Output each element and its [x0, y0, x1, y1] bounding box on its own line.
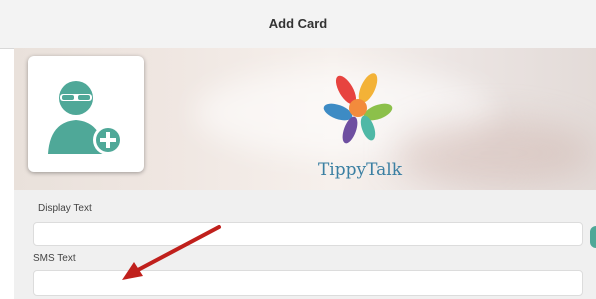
display-text-field[interactable]	[33, 222, 583, 246]
add-user-icon	[48, 81, 123, 155]
hands-logo-icon	[323, 73, 393, 144]
sms-text-field[interactable]	[33, 270, 583, 296]
navigation-bar: Add Card	[0, 0, 596, 49]
add-image-button[interactable]	[28, 56, 144, 172]
tippytalk-logo: TippyTalk	[290, 68, 430, 180]
logo-text: TippyTalk	[317, 160, 403, 180]
side-handle[interactable]	[590, 226, 596, 248]
sms-text-label: SMS Text	[33, 253, 76, 264]
page-title: Add Card	[268, 16, 328, 31]
display-text-label: Display Text	[38, 203, 92, 214]
